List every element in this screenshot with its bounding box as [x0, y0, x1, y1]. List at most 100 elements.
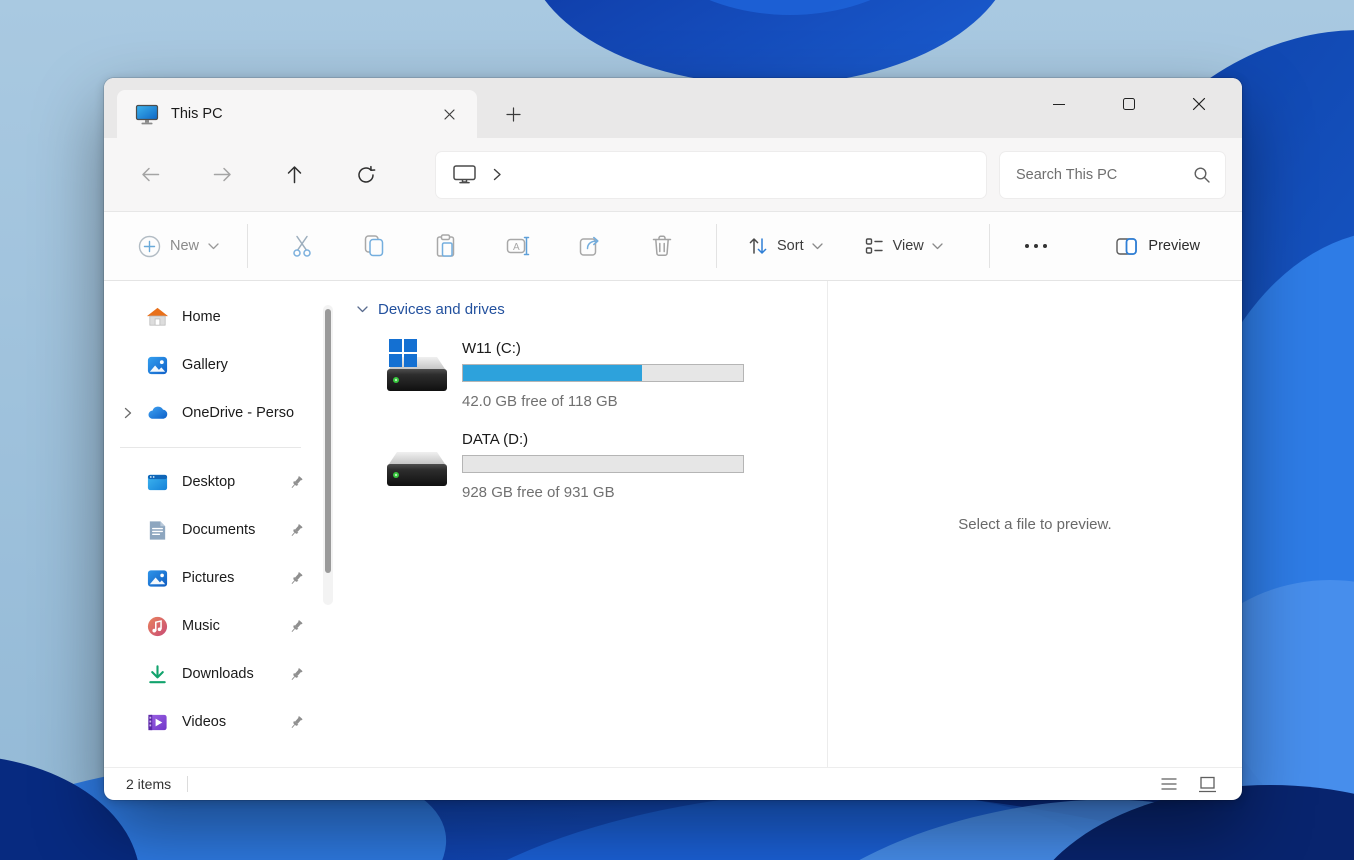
chevron-down-icon	[932, 243, 943, 250]
sort-button[interactable]: Sort	[735, 227, 835, 265]
sidebar-item-documents[interactable]: Documents	[104, 506, 345, 554]
file-list-pane: Devices and drives	[345, 281, 827, 767]
rename-icon: A	[505, 233, 531, 259]
ellipsis-icon	[1023, 242, 1049, 250]
forward-button[interactable]	[200, 153, 244, 197]
close-button[interactable]	[1169, 78, 1229, 130]
navigation-sidebar: Home Gallery	[104, 281, 345, 767]
chevron-down-icon	[208, 243, 219, 250]
this-pc-icon	[135, 104, 159, 125]
preview-label: Preview	[1148, 238, 1200, 254]
chevron-down-icon	[357, 306, 368, 313]
search-icon[interactable]	[1193, 166, 1211, 184]
preview-pane-icon	[1115, 236, 1138, 257]
toolbar-divider	[989, 224, 990, 268]
pin-icon	[288, 666, 305, 683]
search-input[interactable]	[1016, 167, 1193, 183]
sidebar-item-home[interactable]: Home	[104, 293, 345, 341]
sidebar-item-gallery[interactable]: Gallery	[104, 341, 345, 389]
devices-and-drives-header[interactable]: Devices and drives	[355, 297, 827, 321]
drive-name: DATA (D:)	[462, 430, 744, 450]
large-icons-view-icon	[1198, 776, 1217, 793]
sidebar-item-downloads[interactable]: Downloads	[104, 650, 345, 698]
large-icons-view-button[interactable]	[1196, 774, 1218, 794]
arrow-left-icon	[140, 164, 161, 185]
chevron-down-icon	[812, 243, 823, 250]
close-icon	[1192, 97, 1206, 111]
pin-icon	[288, 714, 305, 731]
system-drive-icon	[385, 339, 449, 397]
chevron-right-icon	[493, 168, 502, 181]
sidebar-item-onedrive[interactable]: OneDrive - Perso	[104, 389, 345, 437]
arrow-right-icon	[212, 164, 233, 185]
pin-icon	[288, 522, 305, 539]
expand-chevron-icon[interactable]	[124, 407, 146, 419]
up-button[interactable]	[272, 153, 316, 197]
sort-icon	[747, 235, 769, 257]
cut-button[interactable]	[278, 222, 326, 270]
pin-icon	[288, 618, 305, 635]
minimize-button[interactable]	[1029, 78, 1089, 130]
view-label: View	[893, 238, 924, 254]
close-icon	[444, 109, 455, 120]
window-controls	[1019, 78, 1229, 130]
details-view-icon	[1160, 776, 1178, 792]
back-button[interactable]	[128, 153, 172, 197]
sidebar-item-videos[interactable]: Videos	[104, 698, 345, 746]
more-options-button[interactable]	[1012, 222, 1060, 270]
share-icon	[577, 233, 603, 259]
preview-placeholder-text: Select a file to preview.	[958, 516, 1111, 533]
plus-icon	[506, 107, 521, 122]
paste-button[interactable]	[422, 222, 470, 270]
preview-toggle-button[interactable]: Preview	[1103, 228, 1212, 265]
details-view-button[interactable]	[1158, 774, 1180, 794]
new-button[interactable]: New	[128, 227, 229, 266]
drive-capacity-bar	[462, 455, 744, 473]
sidebar-scrollbar-thumb[interactable]	[325, 309, 331, 573]
maximize-button[interactable]	[1099, 78, 1159, 130]
new-button-label: New	[170, 238, 199, 254]
tab-this-pc[interactable]: This PC	[117, 90, 477, 138]
breadcrumb-chevron[interactable]	[493, 168, 502, 181]
view-icon	[863, 235, 885, 257]
paste-icon	[433, 233, 459, 259]
section-title: Devices and drives	[378, 301, 505, 318]
documents-icon	[146, 519, 169, 542]
arrow-up-icon	[284, 164, 305, 185]
pin-icon	[288, 570, 305, 587]
pictures-icon	[146, 567, 169, 590]
drive-item-d[interactable]: DATA (D:) 928 GB free of 931 GB	[385, 430, 827, 503]
hard-drive-icon	[385, 430, 449, 488]
drive-item-c[interactable]: W11 (C:) 42.0 GB free of 118 GB	[385, 339, 827, 412]
maximize-icon	[1123, 98, 1135, 110]
music-icon	[146, 615, 169, 638]
copy-icon	[361, 233, 387, 259]
drive-name: W11 (C:)	[462, 339, 744, 359]
items-count: 2 items	[126, 776, 171, 792]
file-explorer-window: This PC	[104, 78, 1242, 800]
view-button[interactable]: View	[851, 227, 955, 265]
copy-button[interactable]	[350, 222, 398, 270]
pin-icon	[288, 474, 305, 491]
home-icon	[146, 306, 169, 329]
videos-icon	[146, 711, 169, 734]
rename-button[interactable]: A	[494, 222, 542, 270]
address-bar[interactable]	[436, 152, 986, 198]
share-button[interactable]	[566, 222, 614, 270]
status-bar: 2 items	[104, 767, 1242, 800]
drive-free-space: 42.0 GB free of 118 GB	[462, 392, 744, 412]
toolbar-divider	[247, 224, 248, 268]
search-box	[1000, 152, 1225, 198]
delete-button[interactable]	[638, 222, 686, 270]
refresh-icon	[355, 164, 377, 186]
sidebar-item-music[interactable]: Music	[104, 602, 345, 650]
new-tab-button[interactable]	[493, 96, 533, 132]
sidebar-item-pictures[interactable]: Pictures	[104, 554, 345, 602]
tab-close-button[interactable]	[435, 100, 463, 128]
status-divider	[187, 776, 188, 792]
command-toolbar: New	[104, 211, 1242, 281]
refresh-button[interactable]	[344, 153, 388, 197]
sidebar-item-desktop[interactable]: Desktop	[104, 458, 345, 506]
drive-free-space: 928 GB free of 931 GB	[462, 483, 744, 503]
titlebar: This PC	[104, 78, 1242, 138]
